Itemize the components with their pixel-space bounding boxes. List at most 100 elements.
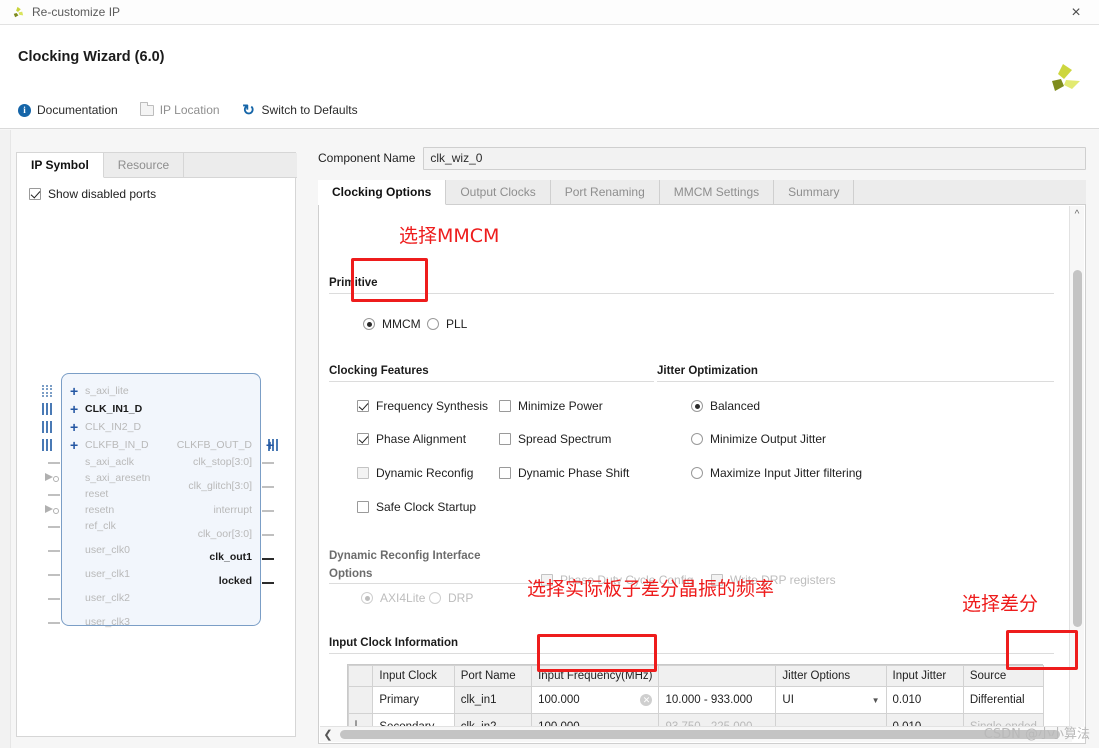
expand-plus-icon[interactable]: + xyxy=(70,420,78,434)
drp-axi4lite-option[interactable]: AXI4Lite xyxy=(361,591,425,605)
scroll-up-icon[interactable]: ^ xyxy=(1070,206,1084,222)
feature-frequency-synthesis[interactable]: Frequency Synthesis xyxy=(357,399,488,413)
expand-plus-icon[interactable]: + xyxy=(266,438,274,452)
tab-summary[interactable]: Summary xyxy=(774,180,855,204)
dynamic-reconfig-divider xyxy=(329,583,544,584)
show-disabled-ports-checkbox[interactable] xyxy=(29,188,41,200)
expand-plus-icon[interactable]: + xyxy=(70,438,78,452)
cell-source[interactable]: Differential xyxy=(962,686,1045,714)
cell-input-frequency[interactable]: 100.000 ✕ xyxy=(531,686,660,714)
config-tabs: Clocking Options Output Clocks Port Rena… xyxy=(318,180,1086,205)
port-label-right: clk_stop[3:0] xyxy=(193,456,252,468)
cell-port-name: clk_in1 xyxy=(453,686,533,714)
primitive-mmcm-option[interactable]: MMCM xyxy=(363,317,421,331)
feature-phase-alignment[interactable]: Phase Alignment xyxy=(357,432,466,446)
port-label-right: interrupt xyxy=(213,504,252,516)
feature-spread-spectrum[interactable]: Spread Spectrum xyxy=(499,432,611,446)
jitter-maximize-filter-option[interactable]: Maximize Input Jitter filtering xyxy=(691,466,862,480)
port-inverted-icon xyxy=(45,505,59,514)
tab-resource[interactable]: Resource xyxy=(104,153,185,177)
tab-port-renaming-label: Port Renaming xyxy=(564,185,645,199)
vertical-scrollbar[interactable]: ^ xyxy=(1069,206,1084,727)
horizontal-scrollbar[interactable]: ❮ xyxy=(320,726,1072,742)
tab-clocking-options[interactable]: Clocking Options xyxy=(318,180,447,205)
scroll-left-icon[interactable]: ❮ xyxy=(320,727,336,742)
tab-ip-symbol[interactable]: IP Symbol xyxy=(17,153,104,178)
table-row[interactable]: Primary clk_in1 100.000 ✕ 10.000 - 933.0 xyxy=(347,686,1045,714)
feature-safe-clock-startup[interactable]: Safe Clock Startup xyxy=(357,500,476,514)
tab-mmcm-settings[interactable]: MMCM Settings xyxy=(660,180,775,204)
dynamic-reconfig-title-line1: Dynamic Reconfig Interface xyxy=(329,550,488,562)
th-input-frequency: Input Frequency(MHz) xyxy=(531,665,660,687)
component-name-row: Component Name clk_wiz_0 xyxy=(318,144,1086,172)
primitive-section-label: Primitive xyxy=(329,277,385,289)
frequency-synthesis-checkbox[interactable] xyxy=(357,400,369,412)
port-bus-clk-in1-d-icon xyxy=(42,403,54,415)
dynamic-phase-shift-checkbox[interactable] xyxy=(499,467,511,479)
chevron-down-icon[interactable]: ▼ xyxy=(872,696,880,705)
vertical-scrollbar-thumb[interactable] xyxy=(1073,270,1082,627)
info-icon: i xyxy=(18,103,31,117)
header-toolbar: i Documentation IP Location ↻ Switch to … xyxy=(16,100,369,120)
jitter-maximize-filter-radio[interactable] xyxy=(691,467,703,479)
primitive-pll-radio[interactable] xyxy=(427,318,439,330)
expand-plus-icon[interactable]: + xyxy=(70,384,78,398)
clear-icon[interactable]: ✕ xyxy=(640,694,653,706)
ip-location-button[interactable]: IP Location xyxy=(138,100,231,120)
phase-alignment-checkbox[interactable] xyxy=(357,433,369,445)
dynamic-reconfig-checkbox[interactable] xyxy=(357,467,369,479)
jitter-minimize-output-label: Minimize Output Jitter xyxy=(710,432,827,446)
feature-minimize-power[interactable]: Minimize Power xyxy=(499,399,603,413)
port-wire-icon xyxy=(48,494,60,496)
feature-dynamic-phase-shift[interactable]: Dynamic Phase Shift xyxy=(499,466,629,480)
jitter-maximize-filter-label: Maximize Input Jitter filtering xyxy=(710,466,863,480)
port-label-left: resetn xyxy=(85,504,115,516)
component-name-input[interactable]: clk_wiz_0 xyxy=(423,146,1086,170)
show-disabled-ports-row[interactable]: Show disabled ports xyxy=(29,187,156,201)
input-frequency-value: 100.000 xyxy=(538,694,580,706)
cell-input-jitter[interactable]: 0.010 xyxy=(885,686,964,714)
port-label-right: clk_oor[3:0] xyxy=(197,528,252,540)
expand-plus-icon[interactable]: + xyxy=(70,402,78,416)
port-wire-icon xyxy=(262,510,274,512)
jitter-balanced-label: Balanced xyxy=(710,399,761,413)
cell-jitter-options[interactable]: UI ▼ xyxy=(775,686,887,714)
primitive-pll-option[interactable]: PLL xyxy=(427,317,467,331)
documentation-button[interactable]: i Documentation xyxy=(16,100,129,120)
horizontal-scrollbar-thumb[interactable] xyxy=(340,730,1060,739)
dynamic-phase-shift-label: Dynamic Phase Shift xyxy=(518,466,630,480)
th-port-name: Port Name xyxy=(453,665,533,687)
drp-axi4lite-radio[interactable] xyxy=(361,592,373,604)
table-header-row: Input Clock Port Name Input Frequency(MH… xyxy=(347,665,1045,687)
primitive-mmcm-radio[interactable] xyxy=(363,318,375,330)
jitter-balanced-radio[interactable] xyxy=(691,400,703,412)
minimize-power-checkbox[interactable] xyxy=(499,400,511,412)
tab-output-clocks-label: Output Clocks xyxy=(460,185,536,199)
th-jitter-options: Jitter Options xyxy=(775,665,887,687)
spread-spectrum-checkbox[interactable] xyxy=(499,433,511,445)
switch-to-defaults-button[interactable]: ↻ Switch to Defaults xyxy=(240,100,369,120)
tab-port-renaming[interactable]: Port Renaming xyxy=(551,180,660,204)
port-bus-clkfb-in-d-icon xyxy=(42,439,54,451)
drp-drp-option[interactable]: DRP xyxy=(429,591,473,605)
show-disabled-ports-label: Show disabled ports xyxy=(48,187,157,201)
port-label-left: user_clk0 xyxy=(85,544,130,556)
port-label-left: user_clk2 xyxy=(85,592,130,604)
clocking-features-title: Clocking Features xyxy=(329,365,436,377)
jitter-minimize-output-radio[interactable] xyxy=(691,433,703,445)
tab-strip-filler xyxy=(854,180,1086,204)
port-label-left: s_axi_aclk xyxy=(85,456,135,468)
port-label-right: clk_glitch[3:0] xyxy=(188,480,252,492)
close-icon[interactable]: × xyxy=(1053,0,1099,25)
safe-clock-startup-label: Safe Clock Startup xyxy=(376,500,477,514)
tab-output-clocks[interactable]: Output Clocks xyxy=(446,180,551,204)
drp-drp-radio[interactable] xyxy=(429,592,441,604)
safe-clock-startup-checkbox[interactable] xyxy=(357,501,369,513)
port-bus-clk-in2-d-icon xyxy=(42,421,54,433)
jitter-minimize-output-option[interactable]: Minimize Output Jitter xyxy=(691,432,826,446)
port-label-left: CLK_IN2_D xyxy=(85,421,142,433)
annotation-select-differential: 选择差分 xyxy=(962,593,1039,615)
feature-dynamic-reconfig[interactable]: Dynamic Reconfig xyxy=(357,466,473,480)
jitter-balanced-option[interactable]: Balanced xyxy=(691,399,760,413)
port-wire-icon xyxy=(48,550,60,552)
